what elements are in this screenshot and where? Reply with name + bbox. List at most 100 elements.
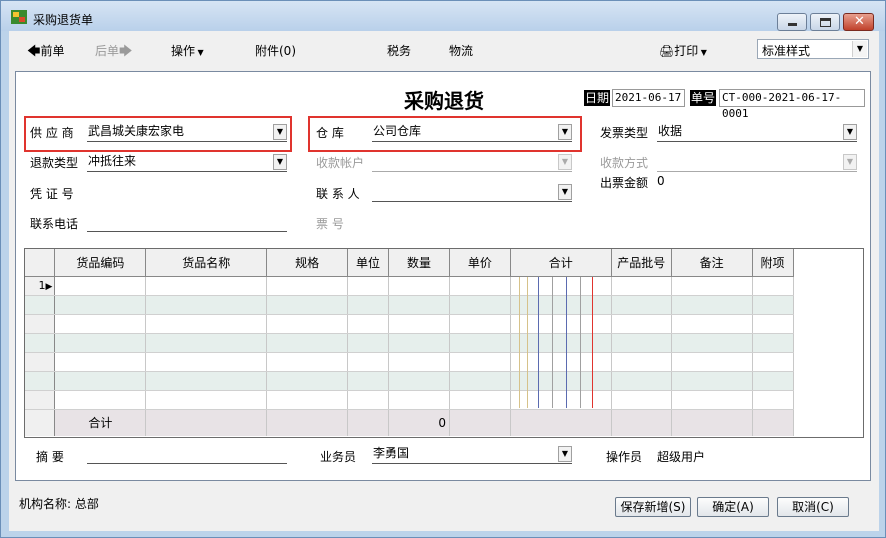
title-bar[interactable]: 采购退货单 ✕ (1, 1, 885, 31)
table-cell[interactable] (266, 352, 349, 372)
table-cell[interactable] (54, 390, 147, 410)
receipt-method-field[interactable]: ▼ (657, 152, 857, 172)
items-grid[interactable]: 货品编码 货品名称 规格 单位 数量 单价 合计 产品批号 备注 附项 1▶ 合… (24, 248, 864, 438)
table-cell[interactable] (510, 371, 612, 391)
print-button[interactable]: 🖨打印 ▼ (659, 42, 707, 59)
table-cell[interactable] (611, 295, 672, 315)
table-cell[interactable] (145, 371, 268, 391)
table-cell[interactable] (752, 352, 794, 372)
row-header[interactable] (25, 390, 56, 410)
chevron-down-icon[interactable]: ▼ (843, 124, 857, 140)
table-row[interactable] (25, 371, 863, 391)
table-cell[interactable] (145, 390, 268, 410)
table-cell[interactable] (671, 371, 753, 391)
table-cell[interactable] (347, 371, 390, 391)
table-cell[interactable] (266, 314, 349, 334)
row-header[interactable]: 1▶ (25, 276, 56, 296)
cancel-button[interactable]: 取消(C) (777, 497, 849, 517)
table-row[interactable] (25, 314, 863, 334)
table-cell[interactable] (611, 390, 672, 410)
table-cell[interactable] (449, 276, 511, 296)
column-header[interactable]: 附项 (752, 249, 794, 277)
table-cell[interactable] (347, 314, 390, 334)
table-cell[interactable] (671, 276, 753, 296)
table-cell[interactable] (266, 390, 349, 410)
table-cell[interactable] (347, 295, 390, 315)
summary-field[interactable] (87, 444, 287, 464)
date-field[interactable]: 2021-06-17 (612, 89, 685, 107)
table-cell[interactable] (266, 276, 349, 296)
table-cell[interactable] (347, 352, 390, 372)
table-cell[interactable] (752, 314, 794, 334)
table-cell[interactable] (671, 352, 753, 372)
table-cell[interactable] (510, 333, 612, 353)
refund-type-field[interactable]: 冲抵往来 ▼ (87, 152, 287, 172)
column-header[interactable]: 合计 (510, 249, 612, 277)
row-header[interactable] (25, 333, 56, 353)
table-cell[interactable] (611, 333, 672, 353)
table-cell[interactable] (266, 295, 349, 315)
table-cell[interactable] (449, 371, 511, 391)
column-header[interactable]: 产品批号 (611, 249, 672, 277)
phone-field[interactable] (87, 212, 287, 232)
table-cell[interactable] (449, 390, 511, 410)
table-cell[interactable] (388, 352, 450, 372)
table-cell[interactable] (54, 295, 147, 315)
table-cell[interactable] (54, 314, 147, 334)
attachments-button[interactable]: 附件(0) (255, 42, 296, 59)
maximize-button[interactable] (810, 13, 840, 31)
table-cell[interactable] (510, 390, 612, 410)
table-cell[interactable] (347, 276, 390, 296)
table-cell[interactable] (449, 333, 511, 353)
table-row[interactable]: 1▶ (25, 276, 863, 296)
prev-button[interactable]: 🡄前单 (27, 42, 64, 64)
table-cell[interactable] (671, 314, 753, 334)
table-cell[interactable] (510, 352, 612, 372)
next-button[interactable]: 后单🡆 (95, 42, 132, 64)
row-header[interactable] (25, 352, 56, 372)
table-cell[interactable] (54, 333, 147, 353)
minimize-button[interactable] (777, 13, 807, 31)
table-cell[interactable] (388, 371, 450, 391)
column-header[interactable]: 货品名称 (145, 249, 268, 277)
doc-number-field[interactable]: CT-000-2021-06-17-0001 (719, 89, 865, 120)
close-button[interactable]: ✕ (843, 13, 874, 31)
table-cell[interactable] (145, 276, 268, 296)
table-cell[interactable] (388, 390, 450, 410)
table-cell[interactable] (449, 352, 511, 372)
column-header[interactable]: 货品编码 (54, 249, 147, 277)
table-cell[interactable] (611, 276, 672, 296)
table-cell[interactable] (388, 333, 450, 353)
column-header[interactable]: 单价 (449, 249, 511, 277)
table-cell[interactable] (510, 276, 612, 296)
chevron-down-icon[interactable]: ▼ (558, 124, 572, 140)
save-new-button[interactable]: 保存新增(S) (615, 497, 691, 517)
chevron-down-icon[interactable]: ▼ (558, 184, 572, 200)
chevron-down-icon[interactable]: ▼ (273, 124, 287, 140)
chevron-down-icon[interactable]: ▼ (558, 154, 572, 170)
supplier-field[interactable]: 武昌城关康宏家电 ▼ (87, 122, 287, 142)
table-cell[interactable] (145, 352, 268, 372)
chevron-down-icon[interactable]: ▼ (843, 154, 857, 170)
table-cell[interactable] (54, 371, 147, 391)
table-cell[interactable] (54, 352, 147, 372)
table-cell[interactable] (388, 295, 450, 315)
column-header[interactable]: 规格 (266, 249, 349, 277)
table-cell[interactable] (752, 371, 794, 391)
table-cell[interactable] (671, 333, 753, 353)
table-cell[interactable] (671, 390, 753, 410)
table-cell[interactable] (54, 276, 147, 296)
table-row[interactable] (25, 352, 863, 372)
print-style-select[interactable]: 标准样式 ▼ (757, 39, 869, 59)
table-cell[interactable] (752, 276, 794, 296)
table-cell[interactable] (611, 314, 672, 334)
table-cell[interactable] (145, 333, 268, 353)
table-cell[interactable] (449, 295, 511, 315)
chevron-down-icon[interactable]: ▼ (558, 446, 572, 462)
operate-menu[interactable]: 操作 ▼ (171, 42, 204, 59)
tax-button[interactable]: 税务 (387, 42, 411, 59)
table-cell[interactable] (145, 295, 268, 315)
table-cell[interactable] (752, 295, 794, 315)
column-header[interactable]: 单位 (347, 249, 390, 277)
table-cell[interactable] (347, 390, 390, 410)
